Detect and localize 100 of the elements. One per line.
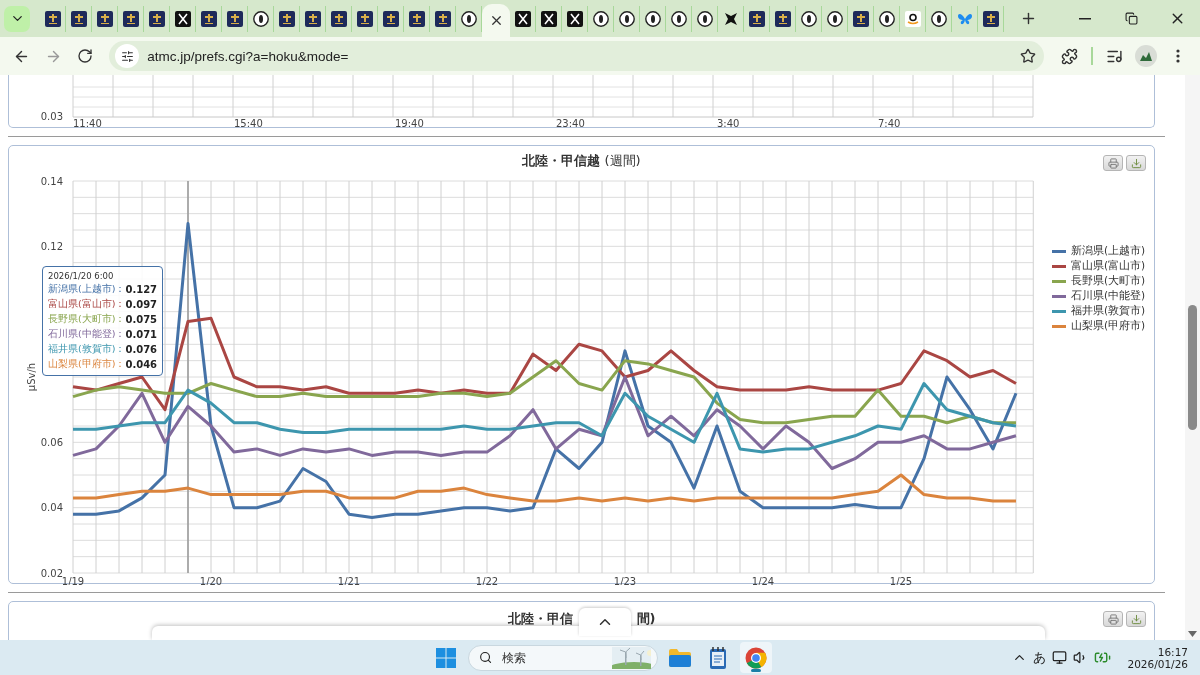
- site-favicon-icon: [408, 11, 425, 27]
- notepad-icon: [710, 646, 726, 669]
- x-logo-icon: [174, 11, 191, 27]
- x-axis-label: 11:40: [73, 118, 102, 127]
- download-icon: [1130, 157, 1142, 169]
- url-text: atmc.jp/prefs.cgi?a=hoku&mode=: [147, 48, 349, 64]
- y-axis-title: μSv/h: [26, 362, 37, 392]
- date-text: 2026/01/26: [1127, 657, 1188, 670]
- more-icon: [1176, 49, 1181, 63]
- search-input[interactable]: 検索: [500, 649, 605, 666]
- active-indicator: [751, 669, 761, 672]
- download-button[interactable]: [1126, 155, 1146, 171]
- x-axis-label: 1/19: [61, 576, 85, 585]
- time-text: 16:17: [1157, 645, 1188, 658]
- scrollbar[interactable]: [1185, 75, 1200, 640]
- site-favicon-icon: [226, 11, 243, 27]
- tooltip-label: 長野県(大町市)：: [48, 313, 126, 326]
- y-axis-label: 0.02: [40, 567, 63, 579]
- network-icon[interactable]: [1052, 650, 1068, 665]
- print-button[interactable]: [1103, 155, 1123, 171]
- ime-indicator[interactable]: あ: [1033, 648, 1047, 667]
- chart-title: 北陸・甲信: [507, 610, 573, 628]
- y-axis-label: 0.12: [40, 240, 63, 252]
- sliders-icon: [120, 49, 134, 63]
- x-axis-label: 1/25: [889, 576, 913, 585]
- site-favicon-icon: [122, 11, 139, 27]
- scrollbar-thumb[interactable]: [1188, 305, 1197, 430]
- x-axis-label: 7:40: [878, 118, 901, 127]
- taskbar-search-box[interactable]: 検索: [468, 644, 658, 671]
- shield-circle-icon: [696, 11, 713, 27]
- browser-logo-icon: [745, 646, 767, 669]
- tooltip-value: 0.075: [125, 314, 158, 325]
- x-axis-label: 1/20: [199, 576, 223, 585]
- shield-circle-icon: [670, 11, 687, 27]
- shield-circle-icon: [644, 11, 661, 27]
- tooltip-value: 0.071: [125, 329, 158, 340]
- star-icon: [1019, 48, 1036, 64]
- shield-circle-icon: [826, 11, 843, 27]
- legend-label[interactable]: 新潟県(上越市): [1071, 244, 1146, 258]
- site-favicon-icon: [356, 11, 373, 27]
- chart-title: 北陸・甲信越 (週間): [522, 152, 641, 170]
- y-axis-label: 0.14: [40, 176, 63, 187]
- tooltip-label: 富山県(富山市)：: [48, 298, 126, 311]
- shield-circle-icon: [800, 11, 817, 27]
- download-icon: [1130, 613, 1142, 625]
- x-axis-label: 23:40: [556, 118, 585, 127]
- x-logo-icon: [540, 11, 557, 27]
- legend-label[interactable]: 福井県(敦賀市): [1071, 304, 1146, 318]
- site-settings-button[interactable]: [115, 44, 140, 68]
- avatar: [1135, 45, 1158, 67]
- chart-title: 間): [636, 610, 656, 628]
- site-favicon-icon: [774, 11, 791, 27]
- x-axis-label: 3:40: [717, 118, 740, 127]
- x-axis-label: 19:40: [395, 118, 424, 127]
- site-favicon-icon: [70, 11, 87, 27]
- address-bar[interactable]: atmc.jp/prefs.cgi?a=hoku&mode=: [109, 41, 1044, 71]
- x-axis-label: 1/24: [751, 576, 775, 585]
- four-point-star-icon: [722, 11, 739, 27]
- restore-icon: [1124, 12, 1138, 25]
- folder-icon: [669, 648, 691, 667]
- tooltip-label: 福井県(敦賀市)：: [48, 343, 126, 356]
- print-button[interactable]: [1103, 611, 1123, 627]
- site-favicon-icon: [382, 11, 399, 27]
- legend-label[interactable]: 富山県(富山市): [1071, 259, 1146, 273]
- x-axis-label: 1/22: [475, 576, 499, 585]
- shield-circle-icon: [252, 11, 269, 27]
- tooltip-value: 0.097: [125, 299, 158, 310]
- site-favicon-icon: [200, 11, 217, 27]
- butterfly-icon: [956, 11, 973, 27]
- minimize-icon: [1079, 17, 1091, 20]
- puzzle-icon: [1060, 47, 1078, 65]
- site-favicon-icon: [748, 11, 765, 27]
- y-axis-label: 0.04: [40, 502, 63, 514]
- y-axis-label: 0.06: [40, 436, 63, 448]
- site-favicon-icon: [434, 11, 451, 27]
- tooltip-label: 石川県(中能登)：: [48, 328, 126, 341]
- site-favicon-icon: [330, 11, 347, 27]
- reload-icon: [77, 48, 94, 64]
- windows-logo-icon: [436, 647, 456, 668]
- x-logo-icon: [514, 11, 531, 27]
- tooltip-date: 2026/1/20 6:00: [48, 271, 115, 281]
- legend-label[interactable]: 長野県(大町市): [1071, 274, 1146, 288]
- scroll-down-icon[interactable]: [1188, 631, 1197, 637]
- browser-taskbar-button[interactable]: [740, 642, 772, 673]
- shield-circle-icon: [460, 11, 477, 27]
- x-logo-icon: [566, 11, 583, 27]
- shield-circle-icon: [618, 11, 635, 27]
- x-axis-label: 1/21: [337, 576, 361, 585]
- site-favicon-icon: [304, 11, 321, 27]
- tooltip-label: 山梨県(甲府市)：: [48, 358, 126, 371]
- legend-label[interactable]: 石川県(中能登): [1071, 289, 1146, 303]
- x-axis-label: 1/23: [613, 576, 637, 585]
- download-button[interactable]: [1126, 611, 1146, 627]
- tooltip-value: 0.127: [125, 284, 158, 295]
- clock[interactable]: 16:17 2026/01/26: [1127, 645, 1188, 670]
- site-favicon-icon: [278, 11, 295, 27]
- site-favicon-icon: [44, 11, 61, 27]
- legend-label[interactable]: 山梨県(甲府市): [1071, 319, 1146, 333]
- shield-circle-icon: [592, 11, 609, 27]
- site-favicon-icon: [852, 11, 869, 27]
